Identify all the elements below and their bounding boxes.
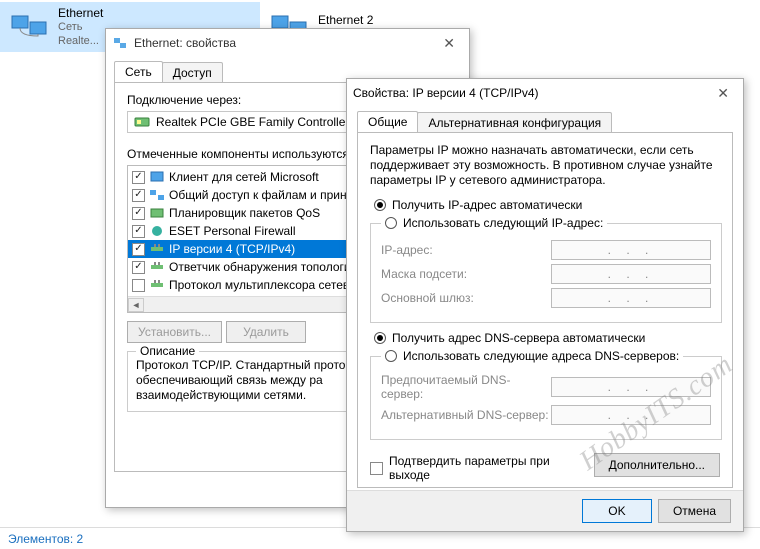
component-icon <box>149 223 165 239</box>
component-icon <box>149 169 165 185</box>
radio-label: Использовать следующий IP-адрес: <box>403 216 603 230</box>
radio-icon <box>374 199 386 211</box>
button-bar: OK Отмена <box>347 490 743 531</box>
controller-name: Realtek PCIe GBE Family Controller <box>156 115 349 129</box>
dns-pref-input[interactable]: . . . <box>551 377 711 397</box>
component-label: IP версии 4 (TCP/IPv4) <box>169 242 295 256</box>
adapter-sub1: Сеть <box>58 20 103 34</box>
tab-general[interactable]: Общие <box>357 111 418 132</box>
titlebar[interactable]: Свойства: IP версии 4 (TCP/IPv4) ✕ <box>347 79 743 107</box>
component-icon <box>149 241 165 257</box>
checkbox[interactable] <box>132 225 145 238</box>
scroll-left-icon[interactable]: ◄ <box>128 298 144 312</box>
component-icon <box>149 205 165 221</box>
tab-access[interactable]: Доступ <box>162 62 223 83</box>
dns-alt-input[interactable]: . . . <box>551 405 711 425</box>
description-title: Описание <box>136 344 199 358</box>
field-default-gateway: Основной шлюз: . . . <box>381 288 711 308</box>
cancel-button[interactable]: Отмена <box>658 499 731 523</box>
radio-dns-auto[interactable]: Получить адрес DNS-сервера автоматически <box>374 331 720 345</box>
window-icon <box>112 35 128 51</box>
window-title: Ethernet: свойства <box>134 36 236 50</box>
remove-button[interactable]: Удалить <box>226 321 306 343</box>
component-label: ESET Personal Firewall <box>169 224 296 238</box>
ipv4-properties-window: Свойства: IP версии 4 (TCP/IPv4) ✕ Общие… <box>346 78 744 532</box>
checkbox[interactable] <box>132 279 145 292</box>
ok-button[interactable]: OK <box>582 499 652 523</box>
component-label: Общий доступ к файлам и принтер <box>169 188 365 202</box>
ip-input[interactable]: . . . <box>551 240 711 260</box>
checkbox[interactable] <box>132 207 145 220</box>
confirm-checkbox[interactable] <box>370 462 383 475</box>
radio-icon <box>385 217 397 229</box>
radio-ip-manual[interactable]: Использовать следующий IP-адрес: <box>385 216 603 230</box>
install-button[interactable]: Установить... <box>127 321 222 343</box>
field-preferred-dns: Предпочитаемый DNS-сервер: . . . <box>381 373 711 401</box>
field-label: IP-адрес: <box>381 243 551 257</box>
radio-label: Получить адрес DNS-сервера автоматически <box>392 331 645 345</box>
close-icon[interactable]: ✕ <box>435 33 463 54</box>
component-label: Клиент для сетей Microsoft <box>169 170 319 184</box>
component-icon <box>149 187 165 203</box>
adapter-sub2: Realte... <box>58 34 103 48</box>
field-alternate-dns: Альтернативный DNS-сервер: . . . <box>381 405 711 425</box>
component-icon <box>149 259 165 275</box>
titlebar[interactable]: Ethernet: свойства ✕ <box>106 29 469 57</box>
component-label: Протокол мультиплексора сетево <box>169 278 356 292</box>
mask-input[interactable]: . . . <box>551 264 711 284</box>
tab-body: Параметры IP можно назначать автоматичес… <box>357 132 733 488</box>
confirm-label: Подтвердить параметры при выходе <box>389 454 594 482</box>
checkbox[interactable] <box>132 171 145 184</box>
radio-icon <box>374 332 386 344</box>
network-adapter-icon <box>10 10 50 44</box>
close-icon[interactable]: ✕ <box>709 83 737 104</box>
radio-dns-manual[interactable]: Использовать следующие адреса DNS-сервер… <box>385 349 679 363</box>
radio-ip-auto[interactable]: Получить IP-адрес автоматически <box>374 198 720 212</box>
component-label: Планировщик пакетов QoS <box>169 206 320 220</box>
adapter-name: Ethernet <box>58 6 103 20</box>
status-count: Элементов: 2 <box>8 532 83 546</box>
radio-label: Использовать следующие адреса DNS-сервер… <box>403 349 679 363</box>
checkbox[interactable] <box>132 243 145 256</box>
nic-icon <box>134 115 150 129</box>
window-title: Свойства: IP версии 4 (TCP/IPv4) <box>353 86 539 100</box>
tab-network[interactable]: Сеть <box>114 61 163 82</box>
info-text: Параметры IP можно назначать автоматичес… <box>370 143 720 188</box>
checkbox[interactable] <box>132 261 145 274</box>
field-label: Предпочитаемый DNS-сервер: <box>381 373 551 401</box>
gateway-input[interactable]: . . . <box>551 288 711 308</box>
radio-icon <box>385 350 397 362</box>
radio-label: Получить IP-адрес автоматически <box>392 198 582 212</box>
ip-manual-group: Использовать следующий IP-адрес: IP-адре… <box>370 216 722 323</box>
tabstrip: Общие Альтернативная конфигурация <box>357 107 743 132</box>
advanced-button[interactable]: Дополнительно... <box>594 453 720 477</box>
dns-manual-group: Использовать следующие адреса DNS-сервер… <box>370 349 722 440</box>
field-label: Основной шлюз: <box>381 291 551 305</box>
component-icon <box>149 277 165 293</box>
field-subnet-mask: Маска подсети: . . . <box>381 264 711 284</box>
checkbox[interactable] <box>132 189 145 202</box>
field-ip-address: IP-адрес: . . . <box>381 240 711 260</box>
component-label: Ответчик обнаружения топологии <box>169 260 357 274</box>
field-label: Маска подсети: <box>381 267 551 281</box>
field-label: Альтернативный DNS-сервер: <box>381 408 551 422</box>
tab-alt-config[interactable]: Альтернативная конфигурация <box>417 112 612 133</box>
adapter-name: Ethernet 2 <box>318 13 373 27</box>
